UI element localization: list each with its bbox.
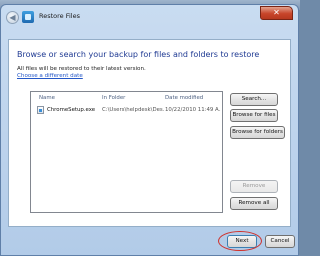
executable-file-icon <box>37 106 44 114</box>
browse-folders-button[interactable]: Browse for folders <box>230 126 285 139</box>
table-row[interactable]: ChromeSetup.exe C:\Users\helpdesk\Des...… <box>33 105 221 115</box>
choose-date-link[interactable]: Choose a different date <box>17 73 83 79</box>
backup-restore-icon <box>22 11 34 23</box>
window-title: Restore Files <box>39 12 80 20</box>
column-header-folder[interactable]: In Folder <box>102 95 125 101</box>
title-bar: ◀ Restore Files ✕ <box>1 5 298 39</box>
next-button-highlight-circle <box>218 231 262 251</box>
search-button[interactable]: Search... <box>230 93 278 106</box>
remove-all-button[interactable]: Remove all <box>230 197 278 210</box>
file-folder: C:\Users\helpdesk\Des... <box>102 107 164 113</box>
restore-info-text: All files will be restored to their late… <box>17 66 146 72</box>
file-name: ChromeSetup.exe <box>47 107 96 113</box>
file-list[interactable]: Name In Folder Date modified ChromeSetup… <box>30 91 223 213</box>
close-button[interactable]: ✕ <box>260 6 293 20</box>
back-arrow-icon[interactable]: ◀ <box>6 11 19 24</box>
column-header-name[interactable]: Name <box>39 95 55 101</box>
content-panel: Browse or search your backup for files a… <box>8 39 291 227</box>
page-heading: Browse or search your backup for files a… <box>17 50 260 59</box>
browse-files-button[interactable]: Browse for files <box>230 109 278 122</box>
cancel-button[interactable]: Cancel <box>265 235 295 248</box>
file-date: 10/22/2010 11:49 A... <box>165 107 221 113</box>
column-headers: Name In Folder Date modified <box>31 92 222 104</box>
restore-files-window: ◀ Restore Files ✕ Browse or search your … <box>0 4 299 256</box>
column-header-date[interactable]: Date modified <box>165 95 203 101</box>
remove-button[interactable]: Remove <box>230 180 278 193</box>
